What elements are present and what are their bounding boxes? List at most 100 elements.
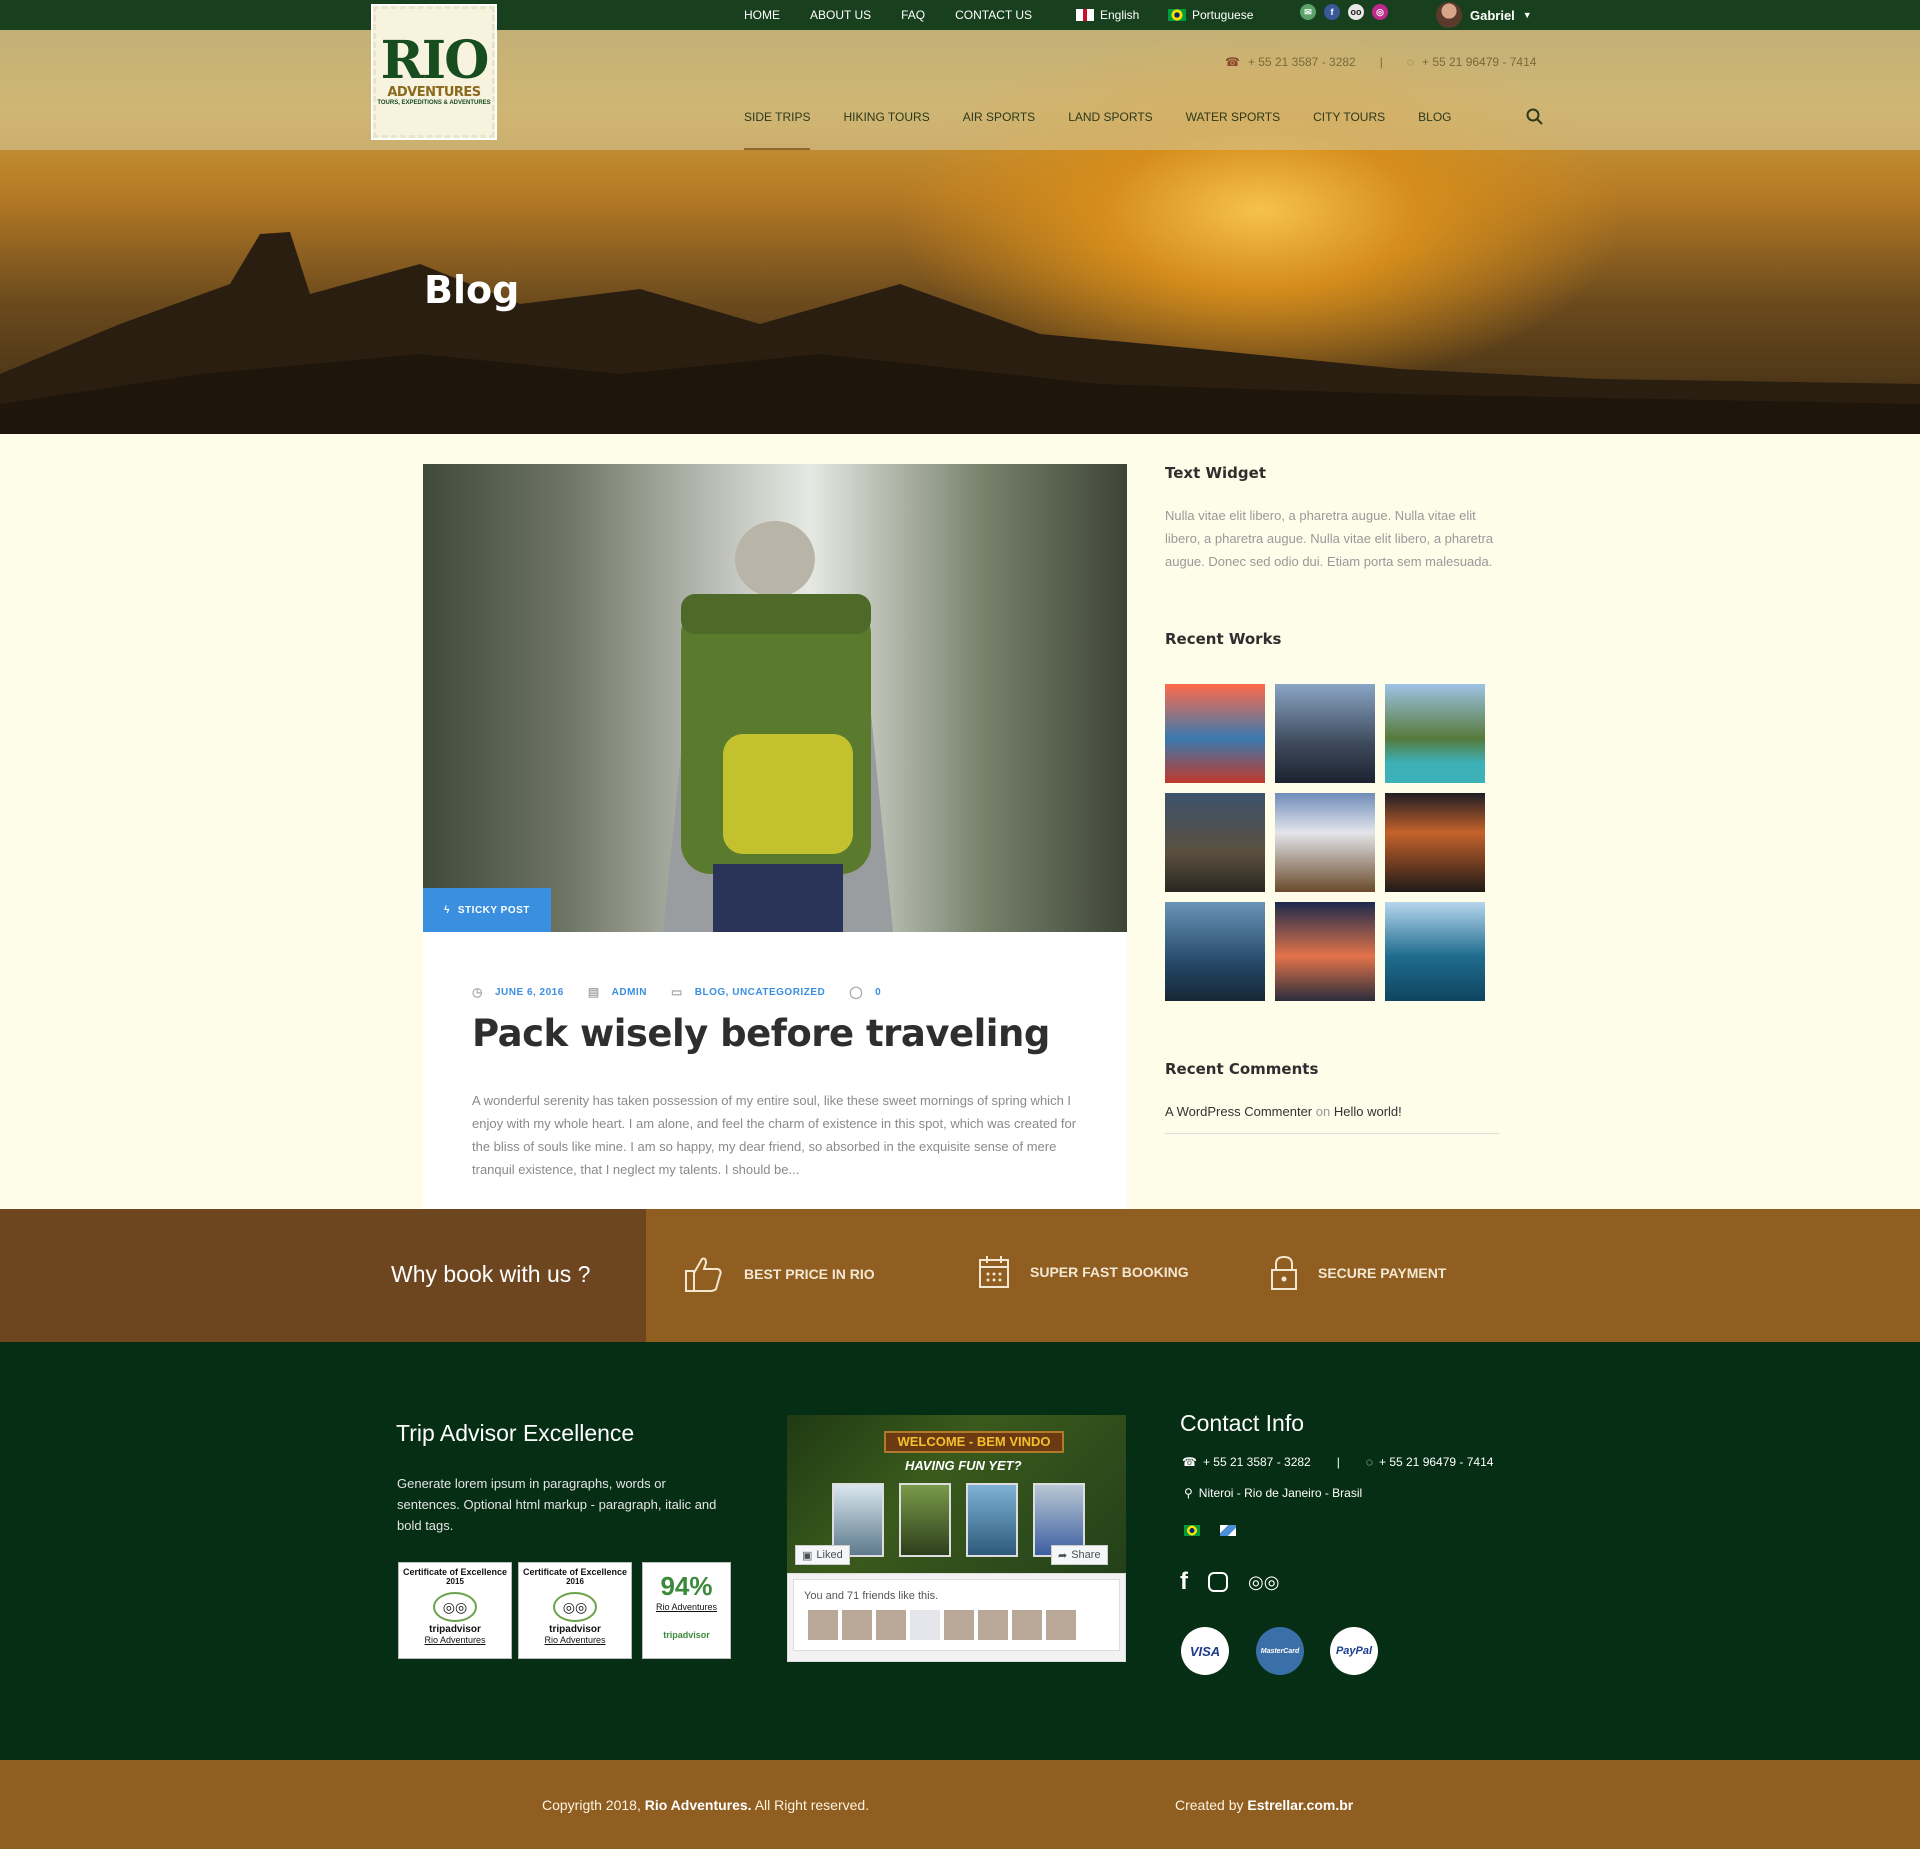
post-categories[interactable]: BLOG, UNCATEGORIZED <box>695 987 825 998</box>
visa-label: VISA <box>1189 1643 1221 1659</box>
work-thumbnail[interactable] <box>1275 902 1375 1001</box>
fb-liked-button[interactable]: ▣ Liked <box>795 1545 850 1565</box>
lock-icon <box>1271 1255 1297 1290</box>
post-date[interactable]: JUNE 6, 2016 <box>495 987 564 998</box>
post-featured-image[interactable]: ϟ STICKY POST <box>423 464 1127 932</box>
fb-share-button[interactable]: ➦ Share <box>1051 1545 1108 1565</box>
contact-phone-2[interactable]: + 55 21 96479 - 7414 <box>1379 1455 1493 1469</box>
fb-cover-photo <box>899 1483 951 1557</box>
logo-adventures: ADVENTURES <box>387 84 481 100</box>
fb-liked-label: Liked <box>816 1549 843 1561</box>
footer-flags <box>1184 1525 1236 1536</box>
why-book-title-box: Why book with us ? <box>0 1209 646 1342</box>
top-nav-faq[interactable]: FAQ <box>901 8 925 22</box>
post-comment-count[interactable]: 0 <box>875 987 881 998</box>
work-thumbnail[interactable] <box>1385 793 1485 892</box>
contact-phone-1[interactable]: + 55 21 3587 - 3282 <box>1203 1455 1311 1469</box>
rating-brand: tripadvisor <box>663 1630 710 1640</box>
cert-2016-title: Certificate of Excellence <box>522 1567 628 1577</box>
why-book-section: Why book with us ? BEST PRICE IN RIO SUP… <box>0 1209 1920 1342</box>
feature-fast-booking-label: SUPER FAST BOOKING <box>1030 1264 1189 1280</box>
fb-friend-avatar[interactable] <box>910 1610 940 1640</box>
user-name: Gabriel <box>1470 7 1515 23</box>
fb-friend-avatar[interactable] <box>1012 1610 1042 1640</box>
facebook-icon[interactable]: f <box>1180 1568 1188 1596</box>
work-thumbnail[interactable] <box>1275 684 1375 783</box>
logo-rio: RIO <box>380 30 490 92</box>
brazil-flag-icon <box>1168 9 1186 21</box>
feature-best-price: BEST PRICE IN RIO <box>682 1255 875 1293</box>
nav-blog[interactable]: BLOG <box>1418 110 1451 150</box>
hero-banner: RIO ADVENTURES TOURS, EXPEDITIONS & ADVE… <box>0 0 1920 434</box>
copyright: Copyrigth 2018, Rio Adventures. All Righ… <box>542 1797 869 1813</box>
top-nav-contact[interactable]: CONTACT US <box>955 8 1032 22</box>
contact-title: Contact Info <box>1180 1410 1305 1436</box>
comment-post-link[interactable]: Hello world! <box>1334 1104 1402 1119</box>
phone-icon: ☎ <box>1182 1455 1197 1469</box>
instagram-icon[interactable] <box>1208 1572 1228 1592</box>
search-icon[interactable] <box>1526 108 1544 126</box>
creator-link[interactable]: Estrellar.com.br <box>1247 1797 1353 1813</box>
work-thumbnail[interactable] <box>1385 684 1485 783</box>
header-phone-2[interactable]: + 55 21 96479 - 7414 <box>1422 55 1536 69</box>
visa-icon: VISA <box>1181 1627 1229 1675</box>
mastercard-icon: MasterCard <box>1256 1627 1304 1675</box>
cert-2016-link[interactable]: Rio Adventures <box>544 1635 605 1645</box>
post-meta: ◷ JUNE 6, 2016 ▤ ADMIN ▭ BLOG, UNCATEGOR… <box>472 985 881 999</box>
nav-side-trips[interactable]: SIDE TRIPS <box>744 110 811 150</box>
nav-air-sports[interactable]: AIR SPORTS <box>963 110 1035 150</box>
top-nav-about[interactable]: ABOUT US <box>810 8 871 22</box>
recent-comment-item: A WordPress Commenter on Hello world! <box>1165 1104 1499 1134</box>
certificate-2015[interactable]: Certificate of Excellence 2015 ◎◎ tripad… <box>398 1562 512 1659</box>
avatar <box>1436 2 1462 28</box>
tripadvisor-icon[interactable]: oo <box>1348 4 1364 20</box>
fb-having-fun: HAVING FUN YET? <box>905 1458 1022 1473</box>
facebook-icon[interactable]: f <box>1324 4 1340 20</box>
fb-like-icon: ▣ <box>802 1549 813 1562</box>
tripadvisor-rating-badge[interactable]: 94% Rio Adventures tripadvisor <box>642 1562 731 1659</box>
top-nav-home[interactable]: HOME <box>744 8 780 22</box>
work-thumbnail[interactable] <box>1165 684 1265 783</box>
comment-author-link[interactable]: A WordPress Commenter <box>1165 1104 1312 1119</box>
work-thumbnail[interactable] <box>1165 902 1265 1001</box>
fb-cover[interactable]: WELCOME - BEM VINDO HAVING FUN YET? ▣ Li… <box>787 1415 1126 1573</box>
work-thumbnail[interactable] <box>1275 793 1375 892</box>
lang-portuguese[interactable]: Portuguese <box>1168 0 1253 30</box>
nav-water-sports[interactable]: WATER SPORTS <box>1186 110 1280 150</box>
fb-friend-avatar[interactable] <box>978 1610 1008 1640</box>
instagram-icon[interactable]: ◎ <box>1372 4 1388 20</box>
tripadvisor-icon[interactable]: ◎◎ <box>1248 1572 1279 1593</box>
author-icon: ▤ <box>587 985 600 999</box>
rating-link[interactable]: Rio Adventures <box>656 1602 717 1612</box>
post-author[interactable]: ADMIN <box>612 987 647 998</box>
divider: | <box>1336 1455 1340 1469</box>
post-title[interactable]: Pack wisely before traveling <box>472 1012 1050 1055</box>
fb-friend-avatar[interactable] <box>876 1610 906 1640</box>
user-menu[interactable]: Gabriel ▼ <box>1436 2 1532 28</box>
blog-post-card: ϟ STICKY POST ◷ JUNE 6, 2016 ▤ ADMIN ▭ B… <box>423 464 1127 1209</box>
bolt-icon: ϟ <box>444 904 450 916</box>
cert-2015-link[interactable]: Rio Adventures <box>424 1635 485 1645</box>
email-icon[interactable]: ✉ <box>1300 4 1316 20</box>
fb-friend-avatar[interactable] <box>944 1610 974 1640</box>
fb-friend-avatar[interactable] <box>842 1610 872 1640</box>
nav-land-sports[interactable]: LAND SPORTS <box>1068 110 1152 150</box>
header-phone-1[interactable]: + 55 21 3587 - 3282 <box>1248 55 1356 69</box>
lang-portuguese-label: Portuguese <box>1192 8 1254 22</box>
work-thumbnail[interactable] <box>1165 793 1265 892</box>
site-logo[interactable]: RIO ADVENTURES TOURS, EXPEDITIONS & ADVE… <box>371 4 497 140</box>
fb-friend-avatar[interactable] <box>808 1610 838 1640</box>
uk-flag-icon <box>1076 9 1094 21</box>
contact-address-line: ⚲ Niteroi - Rio de Janeiro - Brasil <box>1184 1486 1362 1500</box>
work-thumbnail[interactable] <box>1385 902 1485 1001</box>
header-phones: ☎ + 55 21 3587 - 3282 | ◌ + 55 21 96479 … <box>1225 55 1536 69</box>
copyright-brand[interactable]: Rio Adventures. <box>645 1797 752 1813</box>
nav-city-tours[interactable]: CITY TOURS <box>1313 110 1385 150</box>
lang-english[interactable]: English <box>1076 0 1139 30</box>
logo-tagline: TOURS, EXPEDITIONS & ADVENTURES <box>377 99 491 106</box>
certificate-2016[interactable]: Certificate of Excellence 2016 ◎◎ tripad… <box>518 1562 632 1659</box>
nav-hiking-tours[interactable]: HIKING TOURS <box>843 110 929 150</box>
feature-secure-payment: SECURE PAYMENT <box>1270 1255 1446 1291</box>
fb-friend-avatar[interactable] <box>1046 1610 1076 1640</box>
whatsapp-icon: ◌ <box>1365 1455 1373 1469</box>
